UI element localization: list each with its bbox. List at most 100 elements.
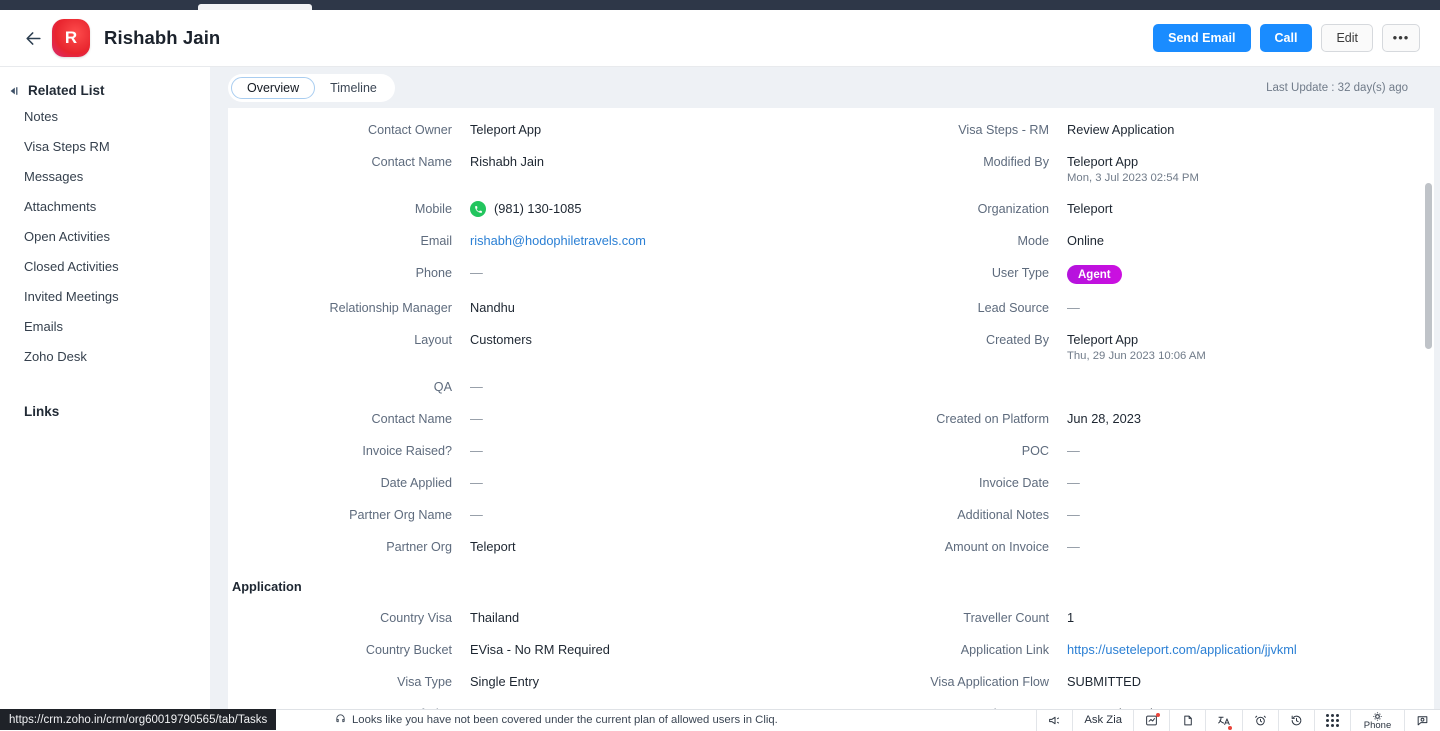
field-cell: Created on Platform Jun 28, 2023: [825, 403, 1422, 435]
field-value: Review Application: [1057, 114, 1174, 146]
field-cell: Lead Source —: [825, 292, 1422, 324]
field-cell: Relationship Manager Nandhu: [228, 292, 825, 324]
more-actions-button[interactable]: •••: [1382, 24, 1420, 52]
record-header: R Rishabh Jain Send Email Call Edit •••: [0, 10, 1440, 67]
field-value: —: [1057, 531, 1080, 563]
notes-icon[interactable]: [1169, 710, 1205, 731]
sidebar-item-emails[interactable]: Emails: [0, 312, 210, 342]
sidebar-item-closed-activities[interactable]: Closed Activities: [0, 252, 210, 282]
field-label: Application Link: [825, 634, 1057, 666]
ask-zia-button[interactable]: Ask Zia: [1072, 710, 1133, 731]
field-value: eVISA: [460, 698, 506, 709]
reminder-clock-icon[interactable]: [1242, 710, 1278, 731]
sidebar-item-open-activities[interactable]: Open Activities: [0, 222, 210, 252]
application-link[interactable]: https://useteleport.com/application/jjvk…: [1067, 642, 1297, 658]
field-label: Modified By: [825, 146, 1057, 193]
edit-button[interactable]: Edit: [1321, 24, 1373, 52]
field-label: User Type: [825, 257, 1057, 292]
field-value: —: [1057, 292, 1080, 324]
field-row: Date Applied — Invoice Date —: [228, 467, 1422, 499]
field-cell: User Type Agent: [825, 257, 1422, 292]
field-value: Nandhu: [460, 292, 515, 324]
sidebar-item-zoho-desk[interactable]: Zoho Desk: [0, 342, 210, 372]
field-value-group: Teleport App Mon, 3 Jul 2023 02:54 PM: [1057, 146, 1199, 193]
field-cell: Email rishabh@hodophiletravels.com: [228, 225, 825, 257]
field-label: Partner Org: [228, 531, 460, 563]
field-value: Teleport App: [1067, 154, 1199, 170]
avatar: R: [52, 19, 90, 57]
page-title: Rishabh Jain: [104, 27, 220, 49]
sidebar-item-visa-steps-rm[interactable]: Visa Steps RM: [0, 132, 210, 162]
field-value: [1057, 371, 1067, 403]
content-scrollbar[interactable]: [1422, 108, 1434, 709]
collapse-panel-icon[interactable]: [8, 85, 20, 97]
sidebar-item-messages[interactable]: Messages: [0, 162, 210, 192]
field-row: Mobile (981) 130-1085 Organization Telep…: [228, 193, 1422, 225]
scrollbar-thumb[interactable]: [1425, 183, 1432, 349]
field-value: —: [460, 371, 483, 403]
field-cell: Date Applied —: [228, 467, 825, 499]
field-row: Contact Name Rishabh Jain Modified By Te…: [228, 146, 1422, 193]
field-value: —: [460, 499, 483, 531]
field-label: POC: [825, 435, 1057, 467]
sidebar-item-notes[interactable]: Notes: [0, 102, 210, 132]
back-arrow-icon[interactable]: [20, 25, 46, 51]
field-label: Visa Steps - RM: [825, 114, 1057, 146]
sidebar-item-attachments[interactable]: Attachments: [0, 192, 210, 222]
status-badge: Agent: [1067, 265, 1122, 284]
field-value: Jun 28, 2023: [1057, 403, 1141, 435]
field-label: Layout: [228, 324, 460, 371]
field-value: Customers: [460, 324, 532, 371]
tab-timeline[interactable]: Timeline: [315, 77, 392, 99]
field-value-group: rishabh@hodophiletravels.com: [460, 225, 646, 257]
application-section-title: Application: [230, 563, 1422, 602]
field-value: 1: [1057, 602, 1074, 634]
main-content-area: Overview Timeline Last Update : 32 day(s…: [210, 67, 1440, 709]
field-label: Mode: [825, 225, 1057, 257]
field-label: Type of Visa: [228, 698, 460, 709]
phone-dialer-icon[interactable]: Phone: [1350, 710, 1404, 731]
field-row: Country Visa Thailand Traveller Count 1: [228, 602, 1422, 634]
field-label: Mobile: [228, 193, 460, 225]
translate-icon[interactable]: [1205, 710, 1242, 731]
call-button[interactable]: Call: [1260, 24, 1313, 52]
field-row: Partner Org Name — Additional Notes —: [228, 499, 1422, 531]
field-label: Created By: [825, 324, 1057, 371]
field-value: —: [1057, 467, 1080, 499]
tab-group: Overview Timeline: [228, 74, 395, 102]
field-row: Email rishabh@hodophiletravels.com Mode …: [228, 225, 1422, 257]
sidebar-item-invited-meetings[interactable]: Invited Meetings: [0, 282, 210, 312]
notification-dot: [1228, 726, 1232, 730]
apps-grid-icon[interactable]: [1314, 710, 1350, 731]
chat-bubble-icon[interactable]: [1404, 710, 1440, 731]
field-value: —: [460, 403, 483, 435]
related-list-sidebar: Related List Notes Visa Steps RM Message…: [0, 67, 210, 709]
send-email-button[interactable]: Send Email: [1153, 24, 1250, 52]
announcement-icon[interactable]: [1036, 710, 1072, 731]
cliq-headset-icon: [335, 713, 346, 727]
field-label: Contact Name: [228, 146, 460, 193]
field-value: —: [1057, 499, 1080, 531]
field-label: Phone: [228, 257, 460, 292]
field-value: Teleport: [460, 531, 516, 563]
field-value: —: [1057, 435, 1080, 467]
history-icon[interactable]: [1278, 710, 1314, 731]
field-row: QA —: [228, 371, 1422, 403]
field-label: Contact Name: [228, 403, 460, 435]
field-cell: Mobile (981) 130-1085: [228, 193, 825, 225]
field-cell: Partner Org Teleport: [228, 531, 825, 563]
email-link[interactable]: rishabh@hodophiletravels.com: [470, 233, 646, 249]
tab-overview[interactable]: Overview: [231, 77, 315, 99]
field-cell: Application Link https://useteleport.com…: [825, 634, 1422, 666]
field-cell: Partner Org Name —: [228, 499, 825, 531]
field-cell: Contact Name Rishabh Jain: [228, 146, 825, 193]
related-list-header: Related List: [0, 79, 210, 102]
field-cell: Country Bucket EVisa - No RM Required: [228, 634, 825, 666]
grid-dots: [1326, 714, 1339, 727]
field-label: Partner Org Name: [228, 499, 460, 531]
phone-call-icon[interactable]: [470, 201, 486, 217]
analytics-icon[interactable]: [1133, 710, 1169, 731]
field-row: Visa Type Single Entry Visa Application …: [228, 666, 1422, 698]
field-cell: POC —: [825, 435, 1422, 467]
field-cell: Visa Status Approved - EVisa: [825, 698, 1422, 709]
